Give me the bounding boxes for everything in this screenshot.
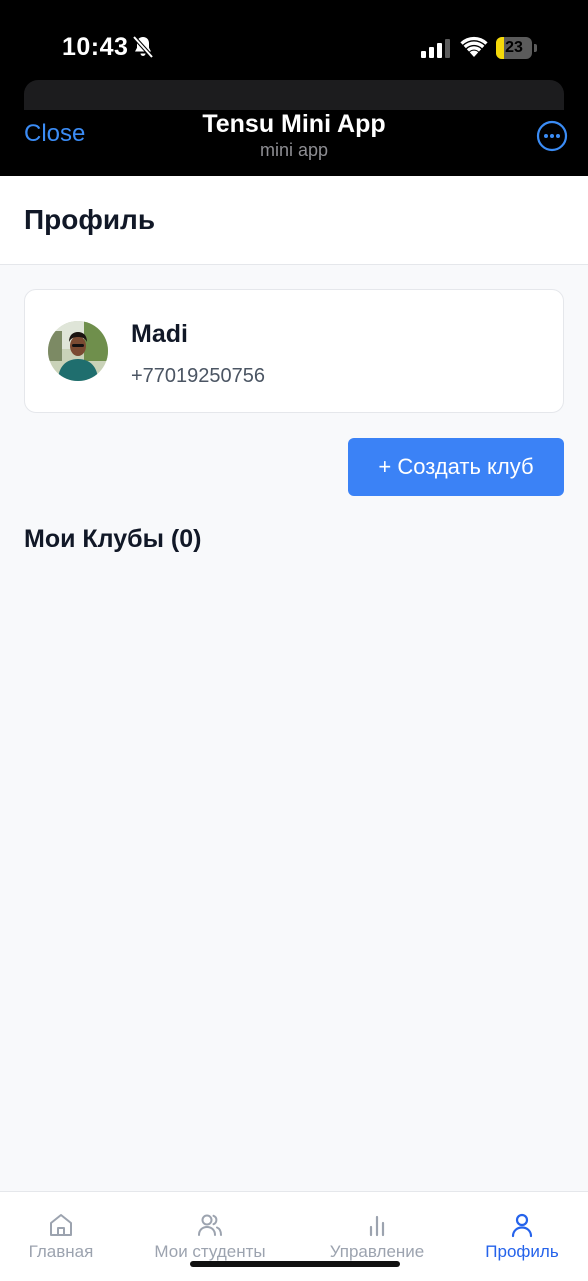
mini-app-header: 10:43 23 Close Tensu Mini App mini app: [0, 0, 588, 176]
bell-off-icon: [132, 35, 154, 59]
page-header: Профиль: [0, 176, 588, 265]
nav-item-students[interactable]: Мои студенты: [144, 1192, 276, 1281]
app-title: Tensu Mini App: [202, 110, 386, 138]
page-title: Профиль: [24, 204, 156, 235]
users-icon: [198, 1214, 222, 1236]
create-club-button[interactable]: + Создать клуб: [348, 438, 564, 496]
nav-label-home: Главная: [28, 1242, 94, 1261]
my-clubs-heading: Мои Клубы (0): [24, 525, 202, 553]
sheet-top-edge: [24, 80, 564, 110]
battery-level: 23: [505, 39, 523, 56]
app-subtitle: mini app: [259, 140, 329, 160]
nav-label-profile: Профиль: [485, 1242, 559, 1261]
wifi-icon: [460, 36, 488, 57]
user-phone: +77019250756: [131, 365, 266, 387]
battery-indicator: 23: [496, 37, 538, 59]
nav-item-management[interactable]: Управление: [318, 1192, 436, 1281]
cellular-signal-icon: [421, 39, 450, 58]
bar-chart-icon: [369, 1215, 385, 1237]
nav-item-profile[interactable]: Профиль: [476, 1192, 568, 1281]
nav-label-students: Мои студенты: [154, 1242, 266, 1261]
nav-label-management: Управление: [329, 1242, 425, 1261]
profile-card: Madi +77019250756: [24, 289, 564, 413]
more-horizontal-icon[interactable]: [536, 120, 568, 152]
user-icon: [511, 1213, 533, 1238]
user-name: Madi: [131, 320, 188, 348]
home-icon: [50, 1214, 72, 1236]
bottom-nav: Главная Мои студенты Управление Профиль: [0, 1191, 588, 1281]
status-time: 10:43: [62, 33, 129, 61]
home-indicator: [190, 1261, 400, 1267]
nav-item-home[interactable]: Главная: [14, 1192, 108, 1281]
avatar[interactable]: [48, 321, 108, 381]
